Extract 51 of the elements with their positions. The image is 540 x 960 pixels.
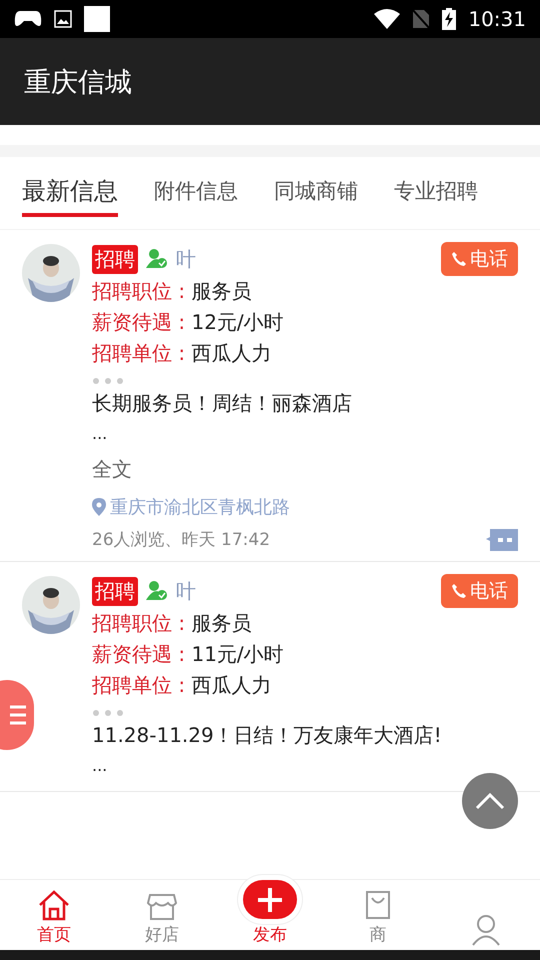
nav-label[interactable]: 发布: [253, 923, 287, 946]
call-button[interactable]: 电话: [441, 242, 518, 276]
no-sim-icon: [412, 9, 430, 29]
status-time: 10:31: [468, 7, 526, 31]
phone-icon: [451, 251, 467, 267]
nav-label[interactable]: 商: [370, 923, 386, 946]
post-address: 重庆市渝北区青枫北路: [110, 496, 290, 519]
post-description: 长期服务员！周结！丽森酒店: [92, 390, 353, 417]
image-icon: [54, 10, 72, 28]
ellipsis-text: ...: [92, 423, 108, 445]
post-description: 11.28-11.29！日结！万友康年大酒店!: [92, 722, 443, 749]
square-icon: [84, 6, 110, 32]
full-text-link[interactable]: 全文: [92, 449, 132, 489]
bag-icon: [363, 889, 393, 921]
call-button[interactable]: 电话: [441, 574, 518, 608]
category-tag: 招聘: [92, 244, 138, 274]
dots-icon: [92, 377, 126, 385]
wifi-icon: [374, 9, 400, 29]
verified-user-icon: [146, 249, 168, 269]
dots-icon: [92, 709, 126, 717]
location-pin-icon: [92, 498, 106, 516]
store-icon: [146, 891, 178, 921]
post-field: 薪资待遇 : 11元/小时: [92, 639, 518, 670]
gamepad-icon: [14, 10, 42, 28]
post-field: 招聘职位 : 服务员: [92, 608, 518, 639]
app-title: 重庆信城: [24, 66, 132, 100]
category-tab[interactable]: 同城商铺: [274, 171, 358, 215]
user-icon: [471, 914, 501, 946]
verified-user-icon: [146, 581, 168, 601]
user-name[interactable]: 叶: [176, 578, 196, 604]
nav-label[interactable]: 好店: [145, 923, 179, 946]
category-tag: 招聘: [92, 576, 138, 606]
menu-icon: [10, 703, 26, 727]
nav-label[interactable]: 首页: [37, 923, 71, 946]
category-tab[interactable]: 附件信息: [154, 171, 238, 215]
post-field: 薪资待遇 : 12元/小时: [92, 307, 518, 338]
user-name[interactable]: 叶: [176, 246, 196, 272]
category-tab[interactable]: 最新信息: [22, 169, 118, 217]
post-meta: 26人浏览、昨天 17:42: [92, 528, 270, 550]
home-icon: [37, 889, 71, 921]
post-field: 招聘单位 : 西瓜人力: [92, 338, 518, 369]
category-tab[interactable]: 专业招聘: [394, 171, 478, 215]
ellipsis-text: ...: [92, 755, 108, 777]
battery-charging-icon: [442, 8, 456, 30]
publish-button[interactable]: [243, 880, 297, 919]
chevron-up-icon: [475, 792, 505, 810]
comment-icon[interactable]: [486, 527, 518, 551]
post-field: 招聘单位 : 西瓜人力: [92, 670, 518, 701]
phone-icon: [451, 583, 467, 599]
plus-icon: [256, 886, 284, 914]
post-field: 招聘职位 : 服务员: [92, 276, 518, 307]
